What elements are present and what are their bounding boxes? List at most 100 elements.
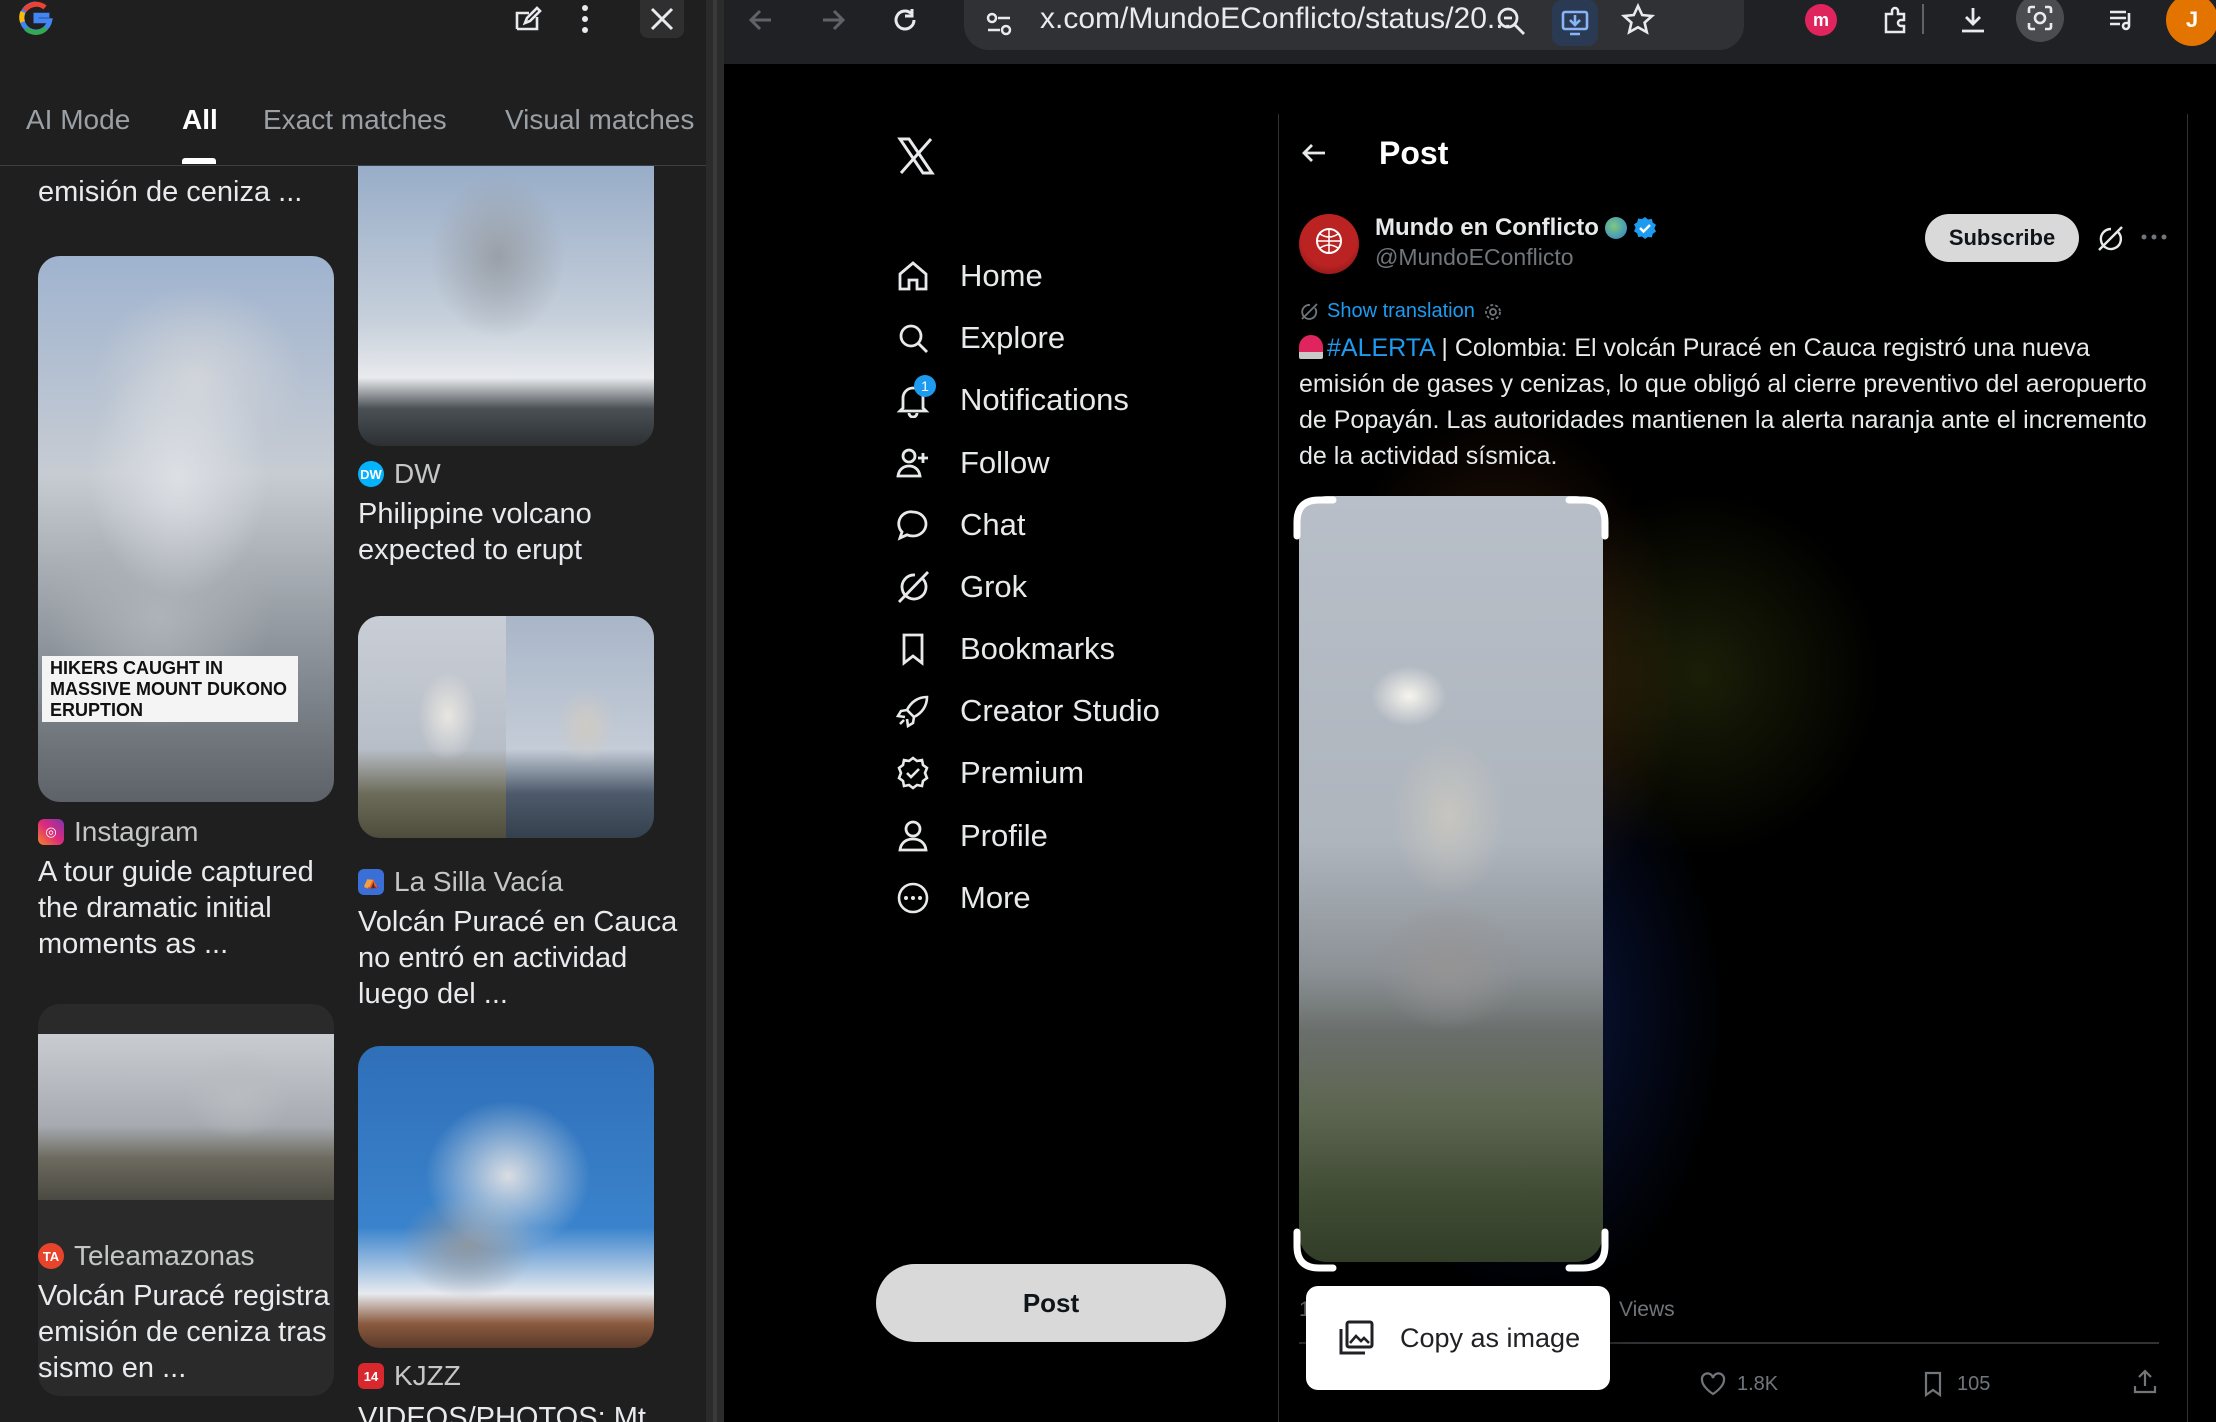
settings-gear-icon[interactable] [1483,302,1503,322]
source-name: KJZZ [394,1360,461,1391]
nav-explore[interactable]: Explore [894,308,1065,368]
post-header-title: Post [1379,134,1449,171]
thumbnail-caption: HIKERS CAUGHT IN MASSIVE MOUNT DUKONO ER… [42,656,298,722]
la-silla-vacia-icon: ⛺ [358,869,384,895]
result-title[interactable]: Volcán Puracé registra emisión de ceniza… [38,1278,348,1386]
nav-notifications[interactable]: 1 Notifications [894,370,1129,430]
result-source: DW DW [358,458,441,490]
address-bar[interactable]: x.com/MundoEConflicto/status/20... [964,0,1744,50]
zoom-icon[interactable] [1494,4,1528,38]
browser-toolbar: x.com/MundoEConflicto/status/20... m J [724,0,2216,64]
nav-bookmarks[interactable]: Bookmarks [894,619,1115,679]
nav-premium[interactable]: Premium [894,743,1084,803]
result-thumbnail: HIKERS CAUGHT IN MASSIVE MOUNT DUKONO ER… [38,256,334,802]
forward-icon[interactable] [808,0,858,40]
teleamazonas-icon: TA [38,1243,64,1269]
chat-bubble-icon [894,506,932,544]
bookmark-star-icon[interactable] [1620,2,1656,38]
like-count: 1.8K [1737,1372,1779,1395]
site-info-icon[interactable] [982,6,1016,40]
result-title[interactable]: emisión de ceniza ... [38,174,348,210]
result-title[interactable]: Volcán Puracé en Cauca no entró en activ… [358,904,678,1012]
lens-topbar [0,0,706,48]
tab-ai-mode[interactable]: AI Mode [26,104,130,136]
copy-as-image-button[interactable]: Copy as image [1306,1286,1610,1390]
downloads-icon[interactable] [1948,0,1998,40]
more-vert-icon[interactable] [566,0,604,38]
reading-list-icon[interactable] [2096,0,2146,40]
result-title[interactable]: A tour guide captured the dramatic initi… [38,854,348,962]
source-name: La Silla Vacía [394,866,564,897]
nav-label: More [960,880,1031,915]
nav-follow[interactable]: Follow [894,433,1050,493]
google-lens-icon[interactable] [2016,0,2064,42]
back-icon[interactable] [736,0,786,40]
nav-label: Premium [960,755,1085,790]
profile-avatar[interactable]: J [2166,0,2216,46]
post-button[interactable]: Post [876,1264,1226,1342]
url-text[interactable]: x.com/MundoEConflicto/status/20... [1040,2,1512,36]
dw-icon: DW [358,461,384,487]
nav-home[interactable]: Home [894,246,1043,306]
result-source: 14 KJZZ [358,1360,461,1392]
result-title[interactable]: Philippine volcano expected to erupt [358,496,678,568]
grok-icon [894,568,932,606]
show-translation-link[interactable]: Show translation [1299,300,1503,323]
like-button[interactable]: 1.8K [1699,1370,1778,1398]
reload-icon[interactable] [880,0,930,40]
nav-label: Creator Studio [960,693,1160,728]
nav-grok[interactable]: Grok [894,557,1027,617]
extensions-icon[interactable] [1870,0,1920,40]
author-handle[interactable]: @MundoEConflicto [1375,244,1574,271]
author-name-row[interactable]: Mundo en Conflicto [1375,214,1657,242]
heart-icon [1700,1372,1726,1396]
tweet-video[interactable] [1299,496,1603,1262]
edit-icon[interactable] [508,0,546,38]
instagram-icon: ◎ [38,819,64,845]
nav-more[interactable]: More [894,868,1031,928]
panel-resize-handle[interactable] [706,0,724,1422]
post-header: Post [1299,128,1448,178]
verified-check-icon [1633,217,1656,239]
tab-all[interactable]: All [182,104,218,136]
show-translation-label: Show translation [1327,300,1475,322]
bookmark-button[interactable]: 105 [1919,1370,1990,1398]
image-copy-icon [1339,1320,1374,1355]
x-sidebar-nav: Home Explore 1 Notifications Follow Chat… [724,64,1280,1422]
x-logo-icon[interactable] [896,136,936,176]
globe-emoji-icon [1604,217,1627,239]
translate-icon [1301,302,1318,320]
home-icon [894,257,932,295]
hashtag-link[interactable]: #ALERTA [1327,334,1434,362]
source-name: Teleamazonas [74,1240,255,1271]
nav-label: Notifications [960,382,1129,417]
result-source: TA Teleamazonas [38,1240,255,1272]
author-avatar[interactable] [1299,214,1359,274]
back-arrow-icon[interactable] [1299,138,1329,168]
grok-explain-icon[interactable] [2095,224,2125,254]
share-icon[interactable] [2131,1368,2159,1396]
bookmark-count: 105 [1957,1372,1991,1395]
add-person-icon [894,444,932,482]
nav-label: Grok [960,569,1028,604]
author-name[interactable]: Mundo en Conflicto [1375,214,1599,242]
more-horiz-icon[interactable] [2141,232,2167,242]
browser-window: x.com/MundoEConflicto/status/20... m J H… [724,0,2216,1422]
verified-badge-icon [894,754,932,792]
nav-creator-studio[interactable]: Creator Studio [894,681,1160,741]
tab-exact-matches[interactable]: Exact matches [263,104,447,136]
tab-visual-matches[interactable]: Visual matches [505,104,694,136]
close-icon[interactable] [640,0,684,38]
nav-profile[interactable]: Profile [894,806,1048,866]
subscribe-button[interactable]: Subscribe [1925,214,2079,262]
result-title[interactable]: VIDEOS/PHOTOS: Mt ... [358,1400,678,1422]
nav-label: Explore [960,320,1066,355]
lens-tabs: AI Mode All Exact matches Visual matches [0,96,706,166]
extension-m-icon[interactable]: m [1796,0,1846,40]
source-name: DW [394,458,441,489]
google-logo-icon [19,1,53,35]
nav-chat[interactable]: Chat [894,495,1025,555]
result-source: ◎ Instagram [38,816,199,848]
install-app-icon[interactable] [1552,0,1598,46]
result-thumbnail [358,166,654,446]
